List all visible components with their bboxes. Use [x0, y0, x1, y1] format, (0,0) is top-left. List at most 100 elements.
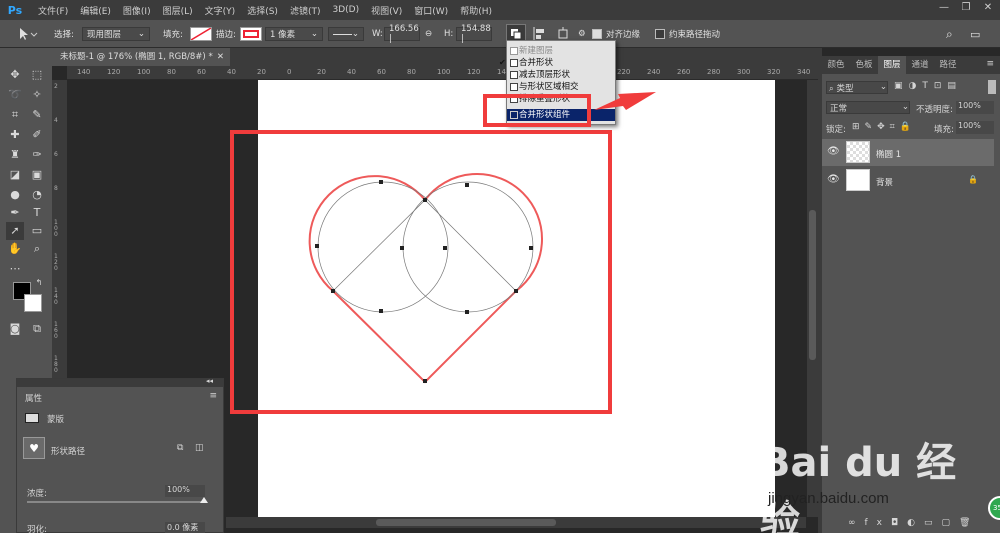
menu-window[interactable]: 窗口(W) [414, 4, 448, 17]
ruler-tick-label: 260 [677, 68, 691, 76]
menu-help[interactable]: 帮助(H) [460, 4, 492, 17]
stroke-width-field[interactable]: 1 像素 ⌄ [265, 27, 323, 41]
tab-layers[interactable]: 图层 [878, 56, 906, 74]
menu-layer[interactable]: 图层(L) [163, 4, 193, 17]
opacity-field[interactable]: 100% [956, 101, 994, 114]
eraser-tool-icon[interactable]: ◪ [6, 166, 24, 184]
ruler-tick-label: 240 [647, 68, 661, 76]
lock-icons[interactable]: ⊞✎✥⌗🔒 [852, 122, 916, 132]
layer-filter-dropdown[interactable]: ⌕ 类型 ⌄ [826, 81, 888, 94]
tab-channels[interactable]: 通道 [906, 56, 934, 74]
menu-edit[interactable]: 编辑(E) [80, 4, 111, 17]
stroke-type-dropdown[interactable]: ⌄ [328, 27, 364, 41]
height-field[interactable]: 154.88 | [456, 24, 492, 44]
layer-filter-icons[interactable]: ▣◑T⊡▤ [894, 81, 962, 91]
menu-3d[interactable]: 3D(D) [332, 5, 359, 15]
fill-field[interactable]: 100% [956, 121, 994, 134]
menu-item-new-layer[interactable]: 新建图层 [507, 45, 615, 57]
tab-paths[interactable]: 路径 [934, 56, 962, 74]
menu-select[interactable]: 选择(S) [247, 4, 278, 17]
magic-wand-icon[interactable]: ✧ [28, 86, 46, 104]
feather-field[interactable]: 0.0 像素 [165, 522, 205, 533]
menu-file[interactable]: 文件(F) [38, 4, 68, 17]
eyedropper-icon[interactable]: ✎ [28, 106, 46, 124]
ruler-tick-label: 120 [467, 68, 481, 76]
eye-icon[interactable]: 👁 [827, 146, 840, 157]
blend-mode-dropdown[interactable]: 正常 ⌄ [826, 101, 910, 114]
more-tools-icon[interactable]: ⋯ [6, 260, 24, 278]
vector-mask-heart-icon[interactable]: ♥ [23, 437, 45, 459]
align-edges-checkbox[interactable]: 对齐边缘 [592, 27, 640, 41]
fill-swatch[interactable] [190, 27, 212, 41]
workspace-icon[interactable]: ▭ [970, 27, 980, 41]
layer-thumbnail [846, 141, 870, 163]
gradient-tool-icon[interactable]: ▣ [28, 166, 46, 184]
clone-stamp-icon[interactable]: ♜ [6, 146, 24, 164]
menu-item-combine-shapes[interactable]: ✔ 合并形状 [499, 57, 615, 69]
close-icon[interactable]: ✕ [979, 2, 997, 18]
horizontal-scrollbar[interactable] [226, 517, 806, 528]
crop-tool-icon[interactable]: ⌗ [6, 106, 24, 124]
path-arrangement-icon[interactable] [555, 27, 571, 41]
type-tool-icon[interactable]: T [28, 204, 46, 222]
tab-color[interactable]: 颜色 [822, 56, 850, 74]
fill-label: 填充: [163, 30, 183, 40]
menu-image[interactable]: 图像(I) [123, 4, 151, 17]
filter-toggle[interactable] [988, 80, 996, 94]
add-mask-icon[interactable]: ⧉ [177, 443, 183, 453]
select-mode-value: 现用图层 [87, 30, 122, 40]
select-mask-icon[interactable]: ◫ [195, 443, 204, 453]
zoom-tool-icon[interactable]: ⌕ [28, 240, 46, 258]
tab-swatches[interactable]: 色板 [850, 56, 878, 74]
watermark-brand: Bai du 经验 [760, 440, 957, 533]
marquee-tool-icon[interactable]: ⬚ [28, 66, 46, 84]
brush-tool-icon[interactable]: ✐ [28, 126, 46, 144]
dodge-tool-icon[interactable]: ◔ [28, 186, 46, 204]
minimize-icon[interactable]: — [935, 2, 953, 18]
search-icon[interactable]: ⌕ [946, 27, 953, 41]
restore-icon[interactable]: ❐ [957, 2, 975, 18]
collapse-icon[interactable]: ◂◂ [206, 377, 213, 385]
layer-row-ellipse[interactable]: 👁 椭圆 1 [822, 139, 994, 166]
select-mode-dropdown[interactable]: 现用图层 ⌄ [82, 27, 150, 41]
scroll-thumb[interactable] [376, 519, 556, 526]
background-color-swatch[interactable] [24, 294, 42, 312]
gear-icon[interactable]: ⚙ [578, 27, 586, 41]
ruler-tick-label: 40 [347, 68, 356, 76]
menu-type[interactable]: 文字(Y) [205, 4, 236, 17]
path-select-tool-icon[interactable] [16, 27, 38, 41]
slider-handle[interactable] [200, 497, 208, 503]
eye-icon[interactable]: 👁 [827, 174, 840, 185]
lasso-tool-icon[interactable]: ➰ [6, 86, 24, 104]
menu-view[interactable]: 视图(V) [371, 4, 402, 17]
ruler-tick-label: 120 [107, 68, 121, 76]
path-alignment-icon[interactable] [532, 27, 548, 41]
panel-menu-icon[interactable]: ≡ [986, 59, 994, 69]
path-operations-icon [511, 29, 522, 40]
menu-item-subtract-front[interactable]: 减去顶层形状 [507, 69, 615, 81]
blur-tool-icon[interactable]: ● [6, 186, 24, 204]
screen-mode-icon[interactable]: ⧉ [28, 320, 46, 338]
close-icon[interactable]: ✕ [217, 48, 224, 66]
layer-row-background[interactable]: 👁 背景 🔒 [822, 167, 994, 194]
link-icon[interactable]: ⊖ [425, 27, 432, 41]
rectangle-tool-icon[interactable]: ▭ [28, 222, 46, 240]
photoshop-logo: Ps [7, 3, 23, 17]
density-field[interactable]: 100% [165, 485, 205, 497]
move-tool-icon[interactable]: ✥ [6, 66, 24, 84]
path-selection-tool-icon[interactable]: ➚ [6, 222, 24, 240]
hand-tool-icon[interactable]: ✋ [6, 240, 24, 258]
healing-brush-icon[interactable]: ✚ [6, 126, 24, 144]
width-field[interactable]: 166.56 | [384, 24, 420, 44]
stroke-swatch[interactable] [240, 27, 262, 41]
quick-mask-icon[interactable]: ◙ [6, 320, 24, 338]
constrain-path-checkbox[interactable]: 约束路径拖动 [655, 27, 720, 41]
swap-colors-icon[interactable]: ↰ [30, 274, 48, 292]
panel-menu-icon[interactable]: ≡ [209, 391, 217, 401]
pen-tool-icon[interactable]: ✒ [6, 204, 24, 222]
density-slider[interactable] [27, 501, 205, 503]
scroll-thumb[interactable] [809, 210, 816, 360]
history-brush-icon[interactable]: ✑ [28, 146, 46, 164]
menu-filter[interactable]: 滤镜(T) [290, 4, 321, 17]
document-tab[interactable]: 未标题-1 @ 176% (椭圆 1, RGB/8#) * ✕ [52, 48, 230, 66]
